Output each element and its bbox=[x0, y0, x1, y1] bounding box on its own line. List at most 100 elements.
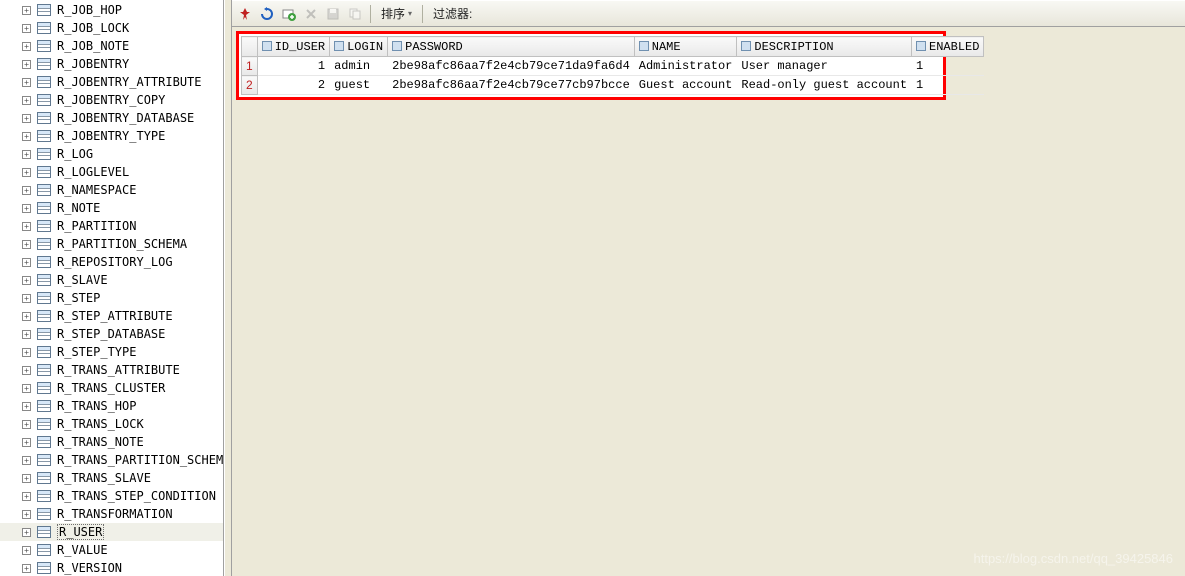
tree-item-r_jobentry_type[interactable]: +R_JOBENTRY_TYPE bbox=[0, 127, 223, 145]
tree-item-r_jobentry[interactable]: +R_JOBENTRY bbox=[0, 55, 223, 73]
expand-icon[interactable]: + bbox=[22, 348, 31, 357]
cell-password[interactable]: 2be98afc86aa7f2e4cb79ce71da9fa6d4 bbox=[388, 57, 635, 76]
tree-item-r_jobentry_database[interactable]: +R_JOBENTRY_DATABASE bbox=[0, 109, 223, 127]
expand-icon[interactable]: + bbox=[22, 456, 31, 465]
tree-item-r_log[interactable]: +R_LOG bbox=[0, 145, 223, 163]
tree-item-r_step_database[interactable]: +R_STEP_DATABASE bbox=[0, 325, 223, 343]
column-header-password[interactable]: PASSWORD bbox=[388, 37, 635, 57]
save-icon[interactable] bbox=[324, 5, 342, 23]
row-number[interactable]: 1 bbox=[242, 57, 258, 76]
expand-icon[interactable]: + bbox=[22, 438, 31, 447]
column-header-login[interactable]: LOGIN bbox=[330, 37, 388, 57]
table-row[interactable]: 11admin2be98afc86aa7f2e4cb79ce71da9fa6d4… bbox=[242, 57, 984, 76]
expand-icon[interactable]: + bbox=[22, 96, 31, 105]
refresh-icon[interactable] bbox=[258, 5, 276, 23]
expand-icon[interactable]: + bbox=[22, 114, 31, 123]
tree-item-r_trans_cluster[interactable]: +R_TRANS_CLUSTER bbox=[0, 379, 223, 397]
tree-item-r_jobentry_attribute[interactable]: +R_JOBENTRY_ATTRIBUTE bbox=[0, 73, 223, 91]
cell-id_user[interactable]: 2 bbox=[257, 76, 329, 95]
column-header-enabled[interactable]: ENABLED bbox=[912, 37, 984, 57]
cell-name[interactable]: Administrator bbox=[634, 57, 737, 76]
tree-item-r_repository_log[interactable]: + R_REPOSITORY_LOG bbox=[0, 253, 223, 271]
cell-login[interactable]: guest bbox=[330, 76, 388, 95]
expand-icon[interactable]: + bbox=[22, 402, 31, 411]
tree-item-r_job_hop[interactable]: +R_JOB_HOP bbox=[0, 1, 223, 19]
row-number[interactable]: 2 bbox=[242, 76, 258, 95]
expand-icon[interactable]: + bbox=[22, 312, 31, 321]
tree-item-r_trans_lock[interactable]: +R_TRANS_LOCK bbox=[0, 415, 223, 433]
cell-name[interactable]: Guest account bbox=[634, 76, 737, 95]
tree-item-r_trans_attribute[interactable]: +R_TRANS_ATTRIBUTE bbox=[0, 361, 223, 379]
expand-icon[interactable]: + bbox=[22, 186, 31, 195]
expand-icon[interactable]: + bbox=[22, 258, 31, 267]
table-icon bbox=[37, 490, 51, 502]
cell-description[interactable]: User manager bbox=[737, 57, 912, 76]
tree-item-r_step[interactable]: +R_STEP bbox=[0, 289, 223, 307]
expand-icon[interactable]: + bbox=[22, 330, 31, 339]
cell-description[interactable]: Read-only guest account bbox=[737, 76, 912, 95]
tree-item-r_trans_hop[interactable]: +R_TRANS_HOP bbox=[0, 397, 223, 415]
data-grid[interactable]: ID_USERLOGINPASSWORDNAMEDESCRIPTIONENABL… bbox=[241, 36, 984, 95]
expand-icon[interactable]: + bbox=[22, 150, 31, 159]
cell-enabled[interactable]: 1 bbox=[912, 57, 984, 76]
expand-icon[interactable]: + bbox=[22, 42, 31, 51]
grid-corner[interactable] bbox=[242, 37, 258, 57]
tree-item-r_trans_note[interactable]: +R_TRANS_NOTE bbox=[0, 433, 223, 451]
column-header-name[interactable]: NAME bbox=[634, 37, 737, 57]
tree-item-r_job_lock[interactable]: +R_JOB_LOCK bbox=[0, 19, 223, 37]
tree-item-r_trans_step_condition[interactable]: +R_TRANS_STEP_CONDITION bbox=[0, 487, 223, 505]
tree-item-r_note[interactable]: +R_NOTE bbox=[0, 199, 223, 217]
expand-icon[interactable]: + bbox=[22, 276, 31, 285]
tree-item-r_trans_slave[interactable]: +R_TRANS_SLAVE bbox=[0, 469, 223, 487]
tree-item-r_slave[interactable]: +R_SLAVE bbox=[0, 271, 223, 289]
tree-item-r_value[interactable]: +R_VALUE bbox=[0, 541, 223, 559]
delete-row-icon[interactable] bbox=[302, 5, 320, 23]
expand-icon[interactable]: + bbox=[22, 474, 31, 483]
column-header-description[interactable]: DESCRIPTION bbox=[737, 37, 912, 57]
expand-icon[interactable]: + bbox=[22, 78, 31, 87]
tree-item-r_partition_schema[interactable]: +R_PARTITION_SCHEMA bbox=[0, 235, 223, 253]
pin-icon[interactable] bbox=[236, 5, 254, 23]
tree-item-r_transformation[interactable]: +R_TRANSFORMATION bbox=[0, 505, 223, 523]
tree-item-r_version[interactable]: +R_VERSION bbox=[0, 559, 223, 576]
expand-icon[interactable]: + bbox=[22, 168, 31, 177]
tree-item-r_user[interactable]: +R_USER bbox=[0, 523, 223, 541]
expand-icon[interactable]: + bbox=[22, 222, 31, 231]
filter-button[interactable]: 过滤器: bbox=[429, 5, 476, 22]
sort-button[interactable]: 排序 ▾ bbox=[377, 5, 416, 22]
splitter[interactable] bbox=[224, 0, 232, 576]
expand-icon[interactable]: + bbox=[22, 60, 31, 69]
cell-login[interactable]: admin bbox=[330, 57, 388, 76]
tree-item-r_step_attribute[interactable]: +R_STEP_ATTRIBUTE bbox=[0, 307, 223, 325]
copy-icon[interactable] bbox=[346, 5, 364, 23]
column-header-id_user[interactable]: ID_USER bbox=[257, 37, 329, 57]
expand-icon[interactable]: + bbox=[22, 510, 31, 519]
tree-item-r_partition[interactable]: +R_PARTITION bbox=[0, 217, 223, 235]
expand-icon[interactable]: + bbox=[22, 384, 31, 393]
tree-item-r_namespace[interactable]: +R_NAMESPACE bbox=[0, 181, 223, 199]
expand-icon[interactable]: + bbox=[22, 528, 31, 537]
tree-item-r_trans_partition_schema[interactable]: +R_TRANS_PARTITION_SCHEMA bbox=[0, 451, 223, 469]
expand-icon[interactable]: + bbox=[22, 294, 31, 303]
tree-item-label: R_REPOSITORY_LOG bbox=[57, 255, 173, 269]
cell-id_user[interactable]: 1 bbox=[257, 57, 329, 76]
tree-item-r_loglevel[interactable]: +R_LOGLEVEL bbox=[0, 163, 223, 181]
tree-item-r_job_note[interactable]: +R_JOB_NOTE bbox=[0, 37, 223, 55]
expand-icon[interactable]: + bbox=[22, 6, 31, 15]
expand-icon[interactable]: + bbox=[22, 420, 31, 429]
expand-icon[interactable]: + bbox=[22, 492, 31, 501]
cell-enabled[interactable]: 1 bbox=[912, 76, 984, 95]
expand-icon[interactable]: + bbox=[22, 240, 31, 249]
tree-item-r_jobentry_copy[interactable]: +R_JOBENTRY_COPY bbox=[0, 91, 223, 109]
cell-password[interactable]: 2be98afc86aa7f2e4cb79ce77cb97bcce bbox=[388, 76, 635, 95]
add-row-icon[interactable] bbox=[280, 5, 298, 23]
expand-icon[interactable]: + bbox=[22, 366, 31, 375]
tree-item-r_step_type[interactable]: +R_STEP_TYPE bbox=[0, 343, 223, 361]
expand-icon[interactable]: + bbox=[22, 24, 31, 33]
expand-icon[interactable]: + bbox=[22, 564, 31, 573]
table-icon bbox=[37, 220, 51, 232]
expand-icon[interactable]: + bbox=[22, 546, 31, 555]
expand-icon[interactable]: + bbox=[22, 132, 31, 141]
table-row[interactable]: 22guest2be98afc86aa7f2e4cb79ce77cb97bcce… bbox=[242, 76, 984, 95]
expand-icon[interactable]: + bbox=[22, 204, 31, 213]
